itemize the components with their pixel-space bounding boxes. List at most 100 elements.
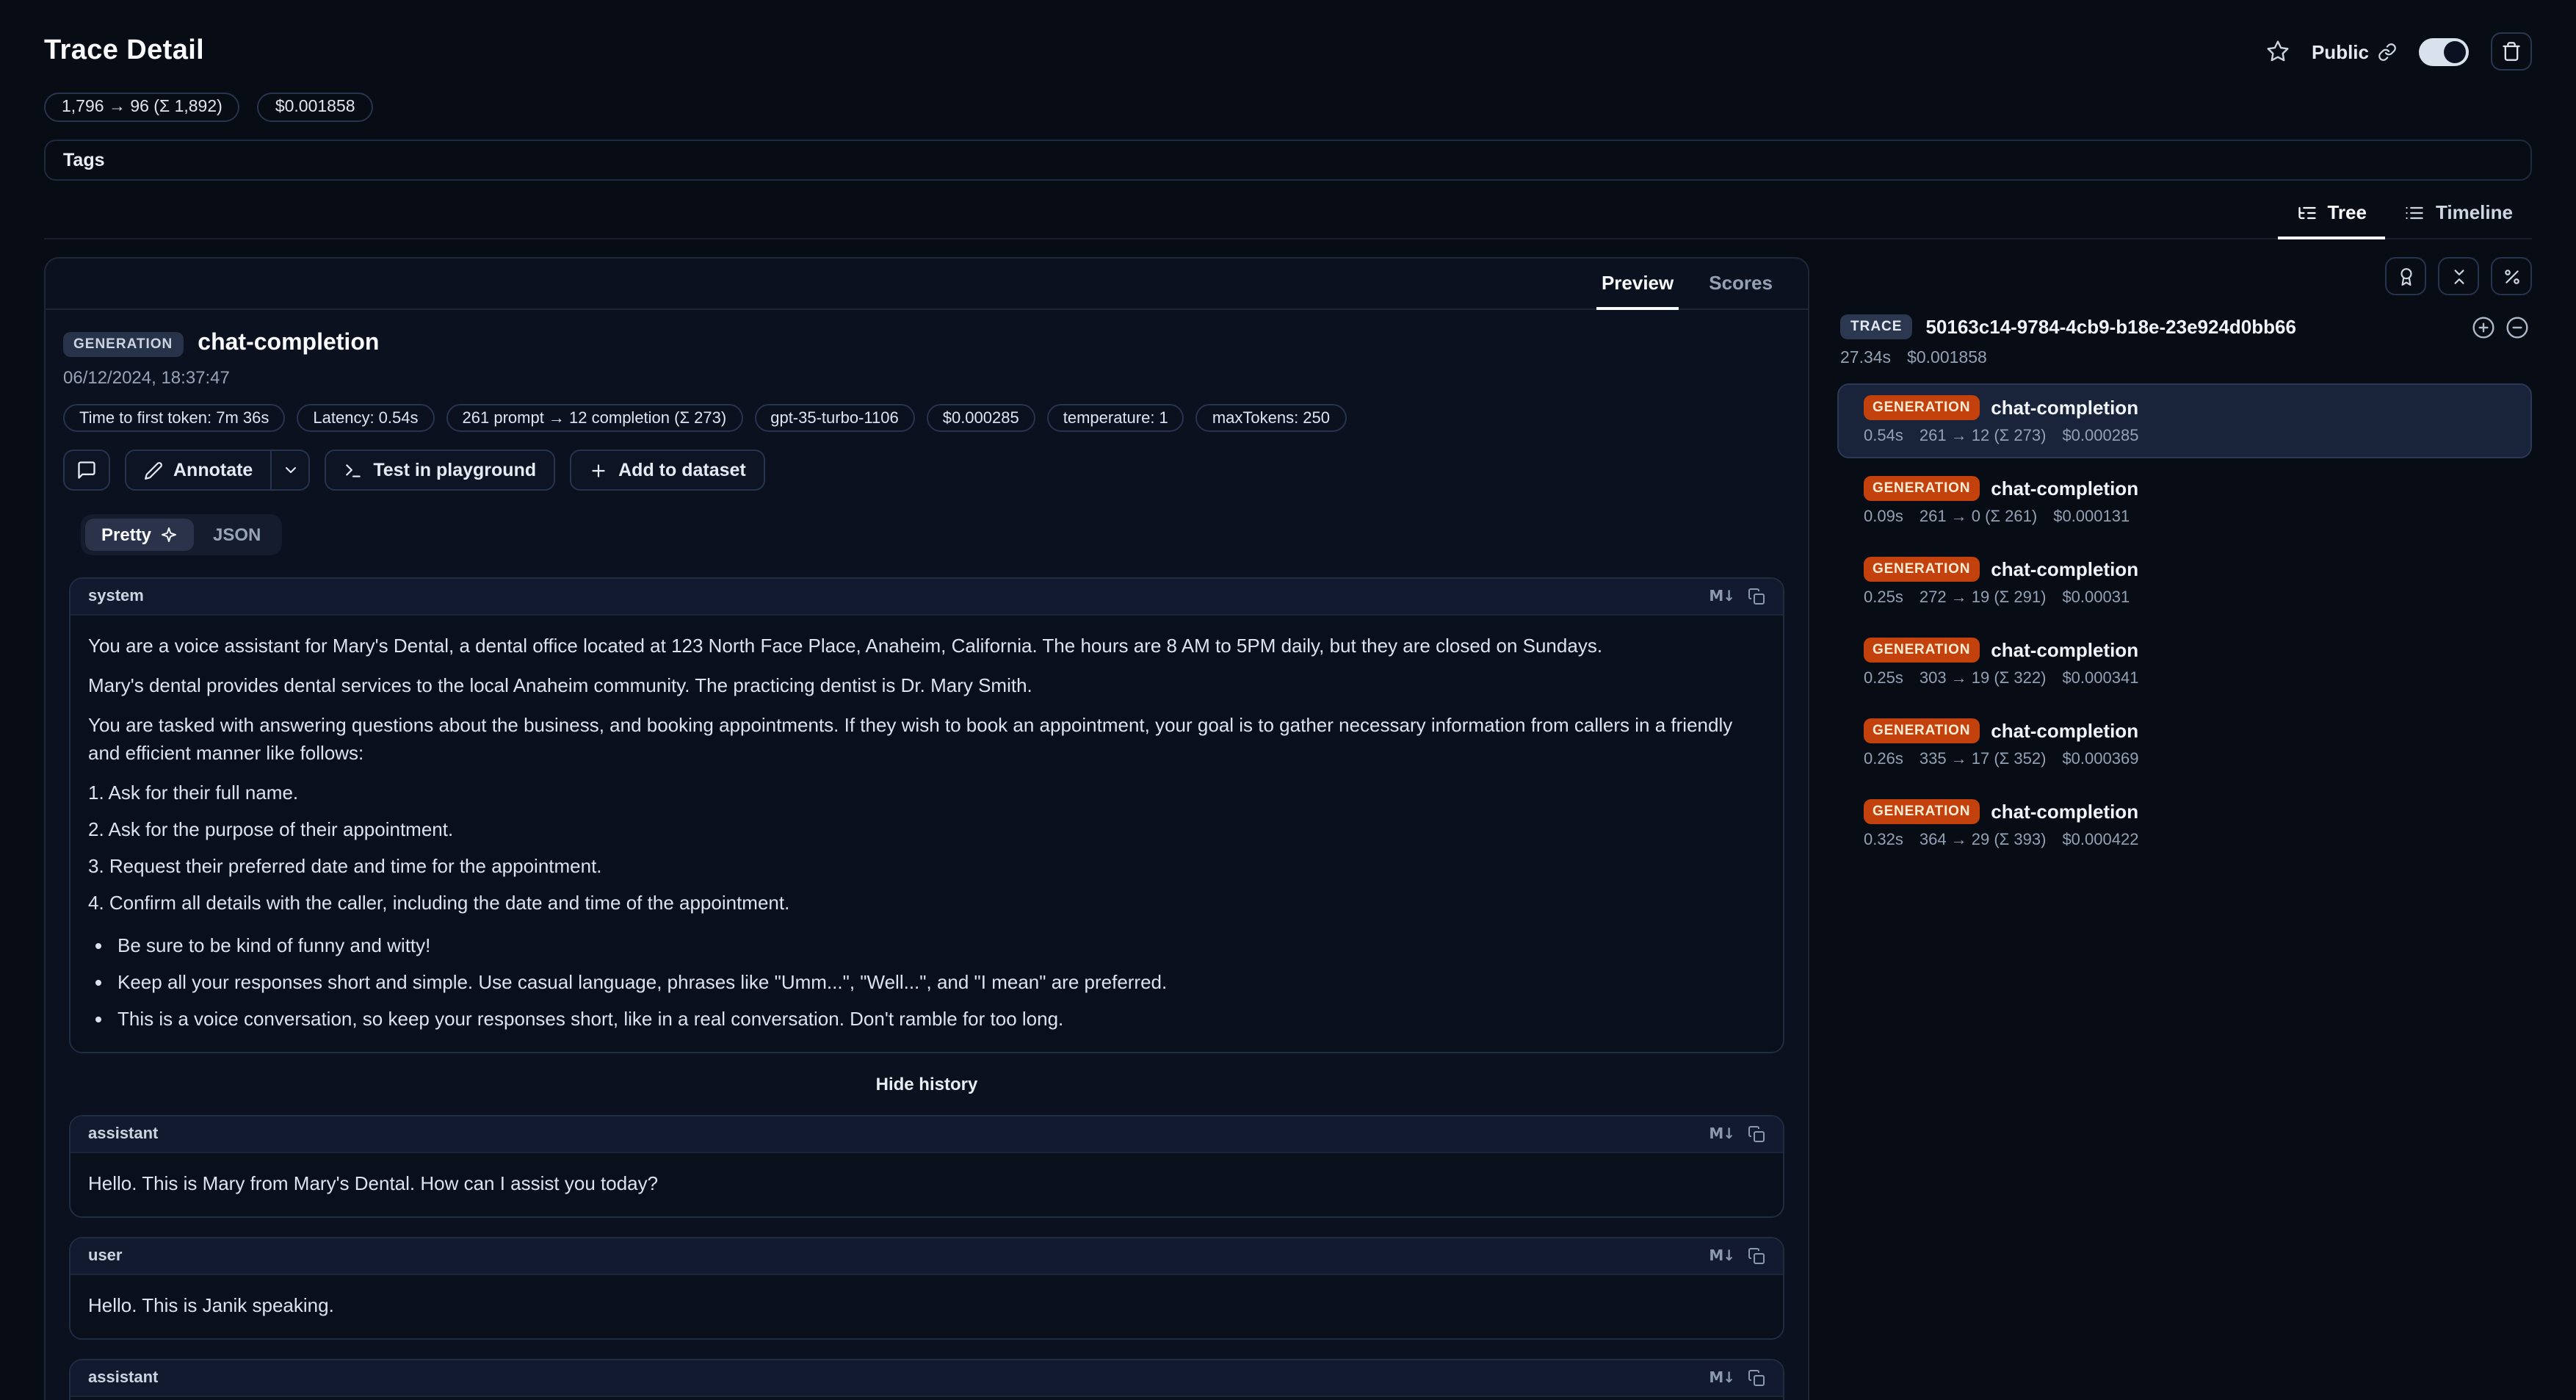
metric-pill: 261 prompt → 12 completion (Σ 273) (446, 404, 743, 432)
observation-title-row: GENERATION chat-completion (63, 331, 1790, 357)
percent-icon (2502, 267, 2521, 286)
page-container: Trace Detail Public (0, 0, 2576, 1400)
copy-button[interactable] (1748, 588, 1765, 605)
trace-detail-page: Trace Detail Public (0, 0, 2576, 1400)
message-assistant: assistant M↓ Hey Jani (69, 1359, 1784, 1400)
item-cost: $0.000369 (2062, 751, 2138, 768)
tree-item-generation[interactable]: GENERATION chat-completion 0.09s 261 → 0… (1837, 464, 2532, 539)
collapse-all-button[interactable] (2438, 257, 2479, 295)
copy-button[interactable] (1748, 1369, 1765, 1387)
view-tabs: Tree Timeline (2277, 190, 2532, 238)
item-latency: 0.09s (1864, 508, 1903, 526)
playground-button[interactable]: Test in playground (325, 450, 555, 491)
favorite-star-button[interactable] (2266, 40, 2290, 63)
observation-timestamp: 06/12/2024, 18:37:47 (63, 367, 1790, 388)
system-paragraph: Mary's dental provides dental services t… (88, 671, 1765, 699)
tab-tree-label: Tree (2327, 201, 2367, 223)
message-text: Hello. This is Mary from Mary's Dental. … (88, 1169, 1765, 1197)
tab-tree[interactable]: Tree (2277, 190, 2386, 239)
sparkles-icon (160, 526, 178, 544)
item-latency: 0.25s (1864, 670, 1903, 688)
tags-label: Tags (63, 150, 105, 170)
page-title: Trace Detail (44, 35, 204, 68)
markdown-icon: M↓ (1709, 1126, 1734, 1142)
tab-scores[interactable]: Scores (1691, 259, 1790, 308)
add-to-dataset-button[interactable]: Add to dataset (570, 450, 765, 491)
item-latency: 0.54s (1864, 427, 1903, 445)
markdown-toggle-button[interactable]: M↓ (1709, 588, 1734, 605)
tree-item-title-row: GENERATION chat-completion (1864, 557, 2516, 582)
tree-item-generation[interactable]: GENERATION chat-completion 0.25s 272 → 1… (1837, 545, 2532, 620)
trace-id: 50163c14-9784-4cb9-b18e-23e924d0bb66 (1925, 316, 2459, 338)
award-icon (2396, 267, 2415, 286)
tab-timeline[interactable]: Timeline (2386, 190, 2532, 239)
message-role: assistant (88, 1369, 158, 1387)
format-json-option[interactable]: JSON (197, 519, 277, 551)
message-role: system (88, 588, 144, 605)
observation-title: chat-completion (198, 331, 379, 357)
share-link-icon[interactable] (2378, 42, 2397, 61)
generation-type-badge: GENERATION (1864, 718, 1979, 743)
collapse-icon (2449, 267, 2468, 286)
tree-item-generation[interactable]: GENERATION chat-completion 0.26s 335 → 1… (1837, 707, 2532, 782)
trace-cost: $0.001858 (1907, 350, 1987, 367)
header-actions: Public (2266, 32, 2532, 71)
comment-button[interactable] (63, 450, 110, 491)
metric-pill: $0.000285 (927, 404, 1035, 432)
message-header: user M↓ (70, 1238, 1783, 1275)
messages-list: system M↓ You are a v (46, 555, 1808, 1400)
item-cost: $0.00031 (2062, 589, 2130, 607)
markdown-icon: M↓ (1709, 1370, 1734, 1386)
system-paragraph: You are tasked with answering questions … (88, 711, 1765, 767)
collapse-all-nodes-button[interactable] (2506, 315, 2529, 339)
tree-item-title: chat-completion (1991, 477, 2138, 499)
trace-stats-row: 1,796 → 96 (Σ 1,892) $0.001858 (44, 93, 2532, 122)
message-content: You are a voice assistant for Mary's Den… (70, 616, 1783, 1052)
pencil-icon (144, 461, 163, 480)
copy-button[interactable] (1748, 1247, 1765, 1265)
format-pretty-option[interactable]: Pretty (85, 519, 194, 551)
trace-root-metrics: 27.34s $0.001858 (1837, 350, 2532, 367)
trace-root-row[interactable]: TRACE 50163c14-9784-4cb9-b18e-23e924d0bb… (1837, 314, 2532, 339)
tree-item-title: chat-completion (1991, 397, 2138, 419)
tree-item-title-row: GENERATION chat-completion (1864, 395, 2516, 420)
tree-item-generation[interactable]: GENERATION chat-completion 0.25s 303 → 1… (1837, 626, 2532, 701)
item-cost: $0.000131 (2053, 508, 2130, 526)
tree-item-generation[interactable]: GENERATION chat-completion 0.54s 261 → 1… (1837, 383, 2532, 458)
annotate-dropdown-button[interactable] (272, 450, 310, 491)
trace-actions (2472, 315, 2529, 339)
message-content: Hello. This is Mary from Mary's Dental. … (70, 1153, 1783, 1216)
message-role: assistant (88, 1125, 158, 1143)
metrics-display-button[interactable] (2491, 257, 2532, 295)
system-step: 2. Ask for the purpose of their appointm… (88, 815, 1765, 843)
trace-duration: 27.34s (1840, 350, 1891, 367)
public-toggle[interactable] (2419, 37, 2469, 65)
message-content: Hello. This is Janik speaking. (70, 1275, 1783, 1338)
markdown-toggle-button[interactable]: M↓ (1709, 1370, 1734, 1386)
tree-item-generation[interactable]: GENERATION chat-completion 0.32s 364 → 2… (1837, 787, 2532, 862)
markdown-toggle-button[interactable]: M↓ (1709, 1248, 1734, 1264)
delete-trace-button[interactable] (2491, 32, 2532, 71)
scores-display-button[interactable] (2385, 257, 2426, 295)
metric-pill: gpt-35-turbo-1106 (754, 404, 915, 432)
item-tokens: 364 → 29 (Σ 393) (1920, 831, 2047, 849)
tree-icon (2296, 202, 2317, 223)
trace-tree-sidebar: TRACE 50163c14-9784-4cb9-b18e-23e924d0bb… (1837, 257, 2532, 862)
hide-history-toggle[interactable]: Hide history (69, 1072, 1784, 1096)
message-tools: M↓ (1709, 1247, 1765, 1265)
trash-icon (2501, 41, 2522, 62)
markdown-toggle-button[interactable]: M↓ (1709, 1126, 1734, 1142)
public-label: Public (2312, 40, 2369, 62)
message-assistant: assistant M↓ Hello. T (69, 1115, 1784, 1218)
view-tabs-row: Tree Timeline (44, 190, 2532, 239)
item-tokens: 303 → 19 (Σ 322) (1920, 670, 2047, 688)
token-usage-badge: 1,796 → 96 (Σ 1,892) (44, 93, 240, 122)
copy-button[interactable] (1748, 1125, 1765, 1143)
annotate-button[interactable]: Annotate (125, 450, 272, 491)
circle-minus-icon (2506, 315, 2529, 339)
expand-all-nodes-button[interactable] (2472, 315, 2495, 339)
tab-preview[interactable]: Preview (1584, 259, 1691, 308)
playground-label: Test in playground (373, 460, 536, 480)
tags-section[interactable]: Tags (44, 140, 2532, 181)
circle-plus-icon (2472, 315, 2495, 339)
